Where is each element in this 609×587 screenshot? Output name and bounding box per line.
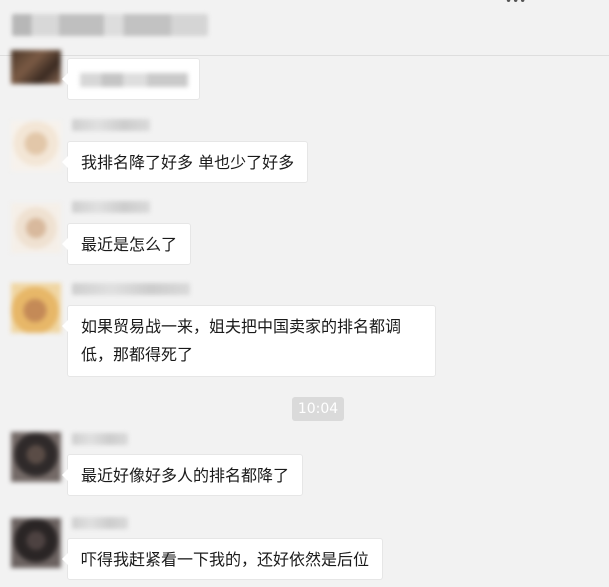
- timestamp-badge: 10:04: [292, 397, 344, 421]
- message-bubble: 如果贸易战一来，姐夫把中国卖家的排名都调低，那都得死了: [62, 305, 436, 377]
- message-bubble: 我排名降了好多 单也少了好多: [61, 141, 309, 183]
- sender-name-blurred: [72, 283, 190, 295]
- avatar[interactable]: [11, 432, 61, 482]
- avatar[interactable]: [11, 283, 61, 333]
- message-text: 吓得我赶紧看一下我的，还好依然是后位: [81, 550, 370, 569]
- message-bubble: 吓得我赶紧看一下我的，还好依然是后位: [61, 538, 384, 580]
- sender-name-blurred: [72, 433, 128, 445]
- more-dots-icon[interactable]: •••: [505, 0, 526, 8]
- message-text: 我排名降了好多 单也少了好多: [81, 153, 295, 172]
- message-bubble-blurred: [62, 58, 200, 100]
- avatar[interactable]: [11, 203, 61, 253]
- message-text: 最近是怎么了: [81, 235, 178, 254]
- message-text: 最近好像好多人的排名都降了: [81, 466, 290, 485]
- sender-name-blurred: [72, 201, 150, 213]
- chat-header: •••: [0, 0, 609, 56]
- message-text: 如果贸易战一来，姐夫把中国卖家的排名都调低，那都得死了: [81, 317, 402, 364]
- blurred-text: [80, 73, 188, 87]
- sender-name-blurred: [72, 119, 150, 131]
- avatar[interactable]: [11, 50, 61, 84]
- avatar[interactable]: [11, 121, 61, 171]
- message-bubble: 最近是怎么了: [61, 223, 192, 265]
- avatar[interactable]: [11, 518, 61, 568]
- message-bubble: 最近好像好多人的排名都降了: [61, 454, 304, 496]
- sender-name-blurred: [72, 517, 128, 529]
- chat-title-blurred: [12, 14, 208, 36]
